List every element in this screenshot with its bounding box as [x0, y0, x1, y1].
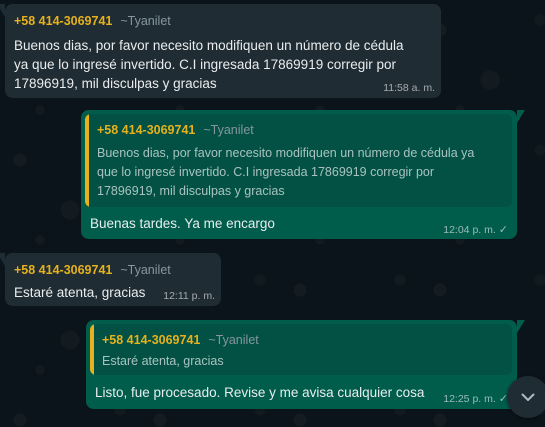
- message-time-label: 12:04 p. m.: [443, 224, 496, 236]
- quote-text-line: Buenos dias, por favor necesito modifiqu…: [97, 146, 475, 160]
- message-outgoing[interactable]: +58 414-3069741 ~Tyanilet Estaré atenta, …: [86, 320, 525, 409]
- bubble-tail: [0, 253, 5, 266]
- quote-sender-name: ~Tyanilet: [203, 123, 254, 137]
- check-icon: ✓: [498, 224, 508, 236]
- message-time: 12:04 p. m. ✓: [443, 223, 508, 236]
- message-text-line: ya que lo ingresé invertido. C.I ingresa…: [14, 57, 396, 72]
- chevron-down-icon: [521, 393, 535, 401]
- quote-accent-bar: [85, 114, 89, 207]
- quote-sender-name: ~Tyanilet: [208, 333, 259, 347]
- bubble-tail: [517, 110, 525, 123]
- message-text-line: 17896919, mil disculpas y gracias: [14, 76, 217, 91]
- message-sender: +58 414-3069741 ~Tyanilet: [14, 262, 171, 278]
- quoted-message[interactable]: +58 414-3069741 ~Tyanilet Estaré atenta, …: [90, 324, 512, 375]
- sender-name: ~Tyanilet: [120, 263, 171, 277]
- quote-text-line: que lo ingresé invertido. C.I ingresada …: [97, 165, 435, 179]
- bubble-tail: [517, 320, 525, 333]
- quote-sender-phone: +58 414-3069741: [102, 333, 201, 347]
- quote-sender: +58 414-3069741 ~Tyanilet: [102, 332, 259, 348]
- message-outgoing[interactable]: +58 414-3069741 ~Tyanilet Buenos dias, po…: [81, 110, 525, 239]
- quote-sender-phone: +58 414-3069741: [97, 123, 196, 137]
- message-text: Listo, fue procesado. Revise y me avisa …: [95, 385, 425, 400]
- sender-name: ~Tyanilet: [120, 14, 171, 28]
- message-time: 11:58 a. m.: [383, 82, 435, 94]
- message-incoming[interactable]: +58 414-3069741 ~Tyanilet Estaré atenta, …: [0, 253, 221, 306]
- quote-text: Buenos dias, por favor necesito modifiqu…: [97, 144, 474, 201]
- message-text-line: Buenos dias, por favor necesito modifiqu…: [14, 38, 404, 53]
- message-sender: +58 414-3069741 ~Tyanilet: [14, 13, 171, 29]
- sender-phone[interactable]: +58 414-3069741: [14, 14, 112, 28]
- quoted-message[interactable]: +58 414-3069741 ~Tyanilet Buenos dias, po…: [85, 114, 512, 207]
- message-text: Buenas tardes. Ya me encargo: [90, 216, 275, 231]
- quote-text: Estaré atenta, gracias: [102, 354, 224, 368]
- bubble-tail: [0, 4, 5, 17]
- quote-text-line: 17896919, mil disculpas y gracias: [97, 184, 285, 198]
- scroll-to-bottom-button[interactable]: [507, 376, 545, 418]
- message-time: 12:25 p. m. ✓: [443, 392, 508, 405]
- message-incoming[interactable]: +58 414-3069741 ~Tyanilet Buenos dias, po…: [0, 4, 441, 98]
- message-time: 12:11 p. m.: [163, 290, 215, 302]
- quote-accent-bar: [90, 324, 94, 375]
- quote-sender: +58 414-3069741 ~Tyanilet: [97, 122, 254, 138]
- message-text: Buenos dias, por favor necesito modifiqu…: [14, 36, 404, 93]
- message-text: Estaré atenta, gracias: [14, 285, 146, 300]
- sender-phone[interactable]: +58 414-3069741: [14, 263, 112, 277]
- message-time-label: 12:25 p. m.: [443, 393, 496, 405]
